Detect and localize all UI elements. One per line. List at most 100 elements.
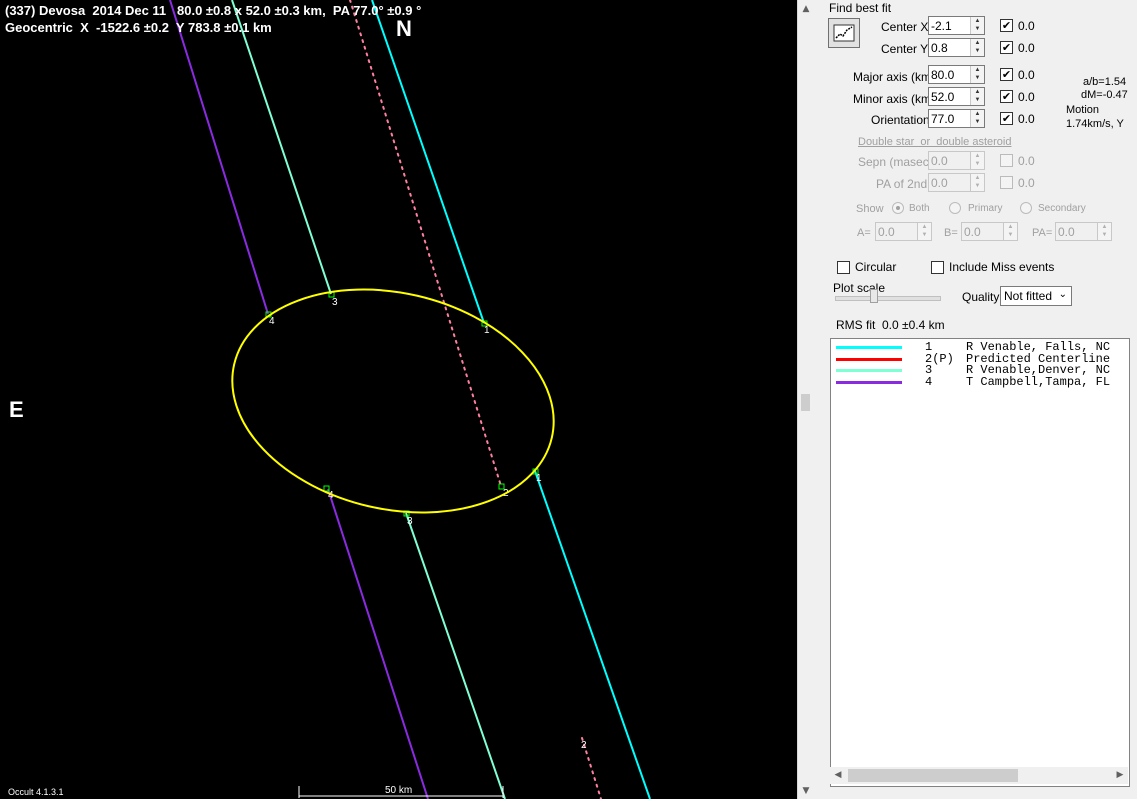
scale-label: 50 km	[385, 785, 413, 796]
center-x-input[interactable]: -2.1 ▲ ▼	[928, 16, 985, 35]
chord-1-label-bottom: 1	[536, 473, 542, 484]
major-axis-input[interactable]: 80.0 ▲ ▼	[928, 65, 985, 84]
show-label: Show	[856, 203, 884, 215]
chord-2-label-lower: 2	[581, 740, 587, 751]
chord-2-predicted-line	[349, 0, 502, 487]
radio-both[interactable]	[892, 202, 904, 214]
center-y-extra: 0.0	[1018, 41, 1035, 55]
pa2nd-extra: 0.0	[1018, 176, 1035, 190]
chord-color-swatch	[836, 369, 902, 372]
radio-both-label: Both	[909, 203, 930, 214]
chord-3-label-top: 3	[332, 297, 338, 308]
double-star-link[interactable]: Double star or double asteroid	[858, 136, 1011, 148]
chord-3-line-top	[231, 0, 332, 295]
spinner-arrows-icon[interactable]: ▲ ▼	[917, 223, 931, 240]
include-miss-checkbox[interactable]	[931, 261, 944, 274]
radio-primary[interactable]	[949, 202, 961, 214]
chord-color-swatch	[836, 346, 902, 349]
spinner-arrows-icon[interactable]: ▲ ▼	[970, 66, 984, 83]
plot-vertical-scrollbar[interactable]: ▲ ▼	[797, 0, 815, 799]
major-axis-extra: 0.0	[1018, 68, 1035, 82]
version-label: Occult 4.1.3.1	[8, 787, 64, 797]
delta-magnitude: dM=-0.47	[1081, 89, 1128, 101]
b-input[interactable]: 0.0 ▲ ▼	[961, 222, 1018, 241]
pa2nd-input[interactable]: 0.0 ▲ ▼	[928, 173, 985, 192]
east-label: E	[9, 397, 24, 422]
scroll-left-icon[interactable]: ◀	[833, 770, 843, 780]
circular-label: Circular	[855, 260, 897, 274]
scroll-thumb[interactable]	[801, 394, 810, 411]
include-miss-label: Include Miss events	[949, 260, 1055, 274]
center-y-checkbox[interactable]: ✔	[1000, 41, 1013, 54]
list-item-num: 4	[925, 375, 933, 389]
center-y-input[interactable]: 0.8 ▲ ▼	[928, 38, 985, 57]
spinner-arrows-icon[interactable]: ▲ ▼	[1097, 223, 1111, 240]
quality-value: Not fitted	[1004, 289, 1053, 303]
radio-secondary[interactable]	[1020, 202, 1032, 214]
list-item-text: T Campbell,Tampa, FL	[966, 375, 1111, 389]
scroll-up-icon[interactable]: ▲	[801, 4, 811, 14]
plot-scale-slider-thumb[interactable]	[870, 289, 878, 303]
sepn-input[interactable]: 0.0 ▲ ▼	[928, 151, 985, 170]
north-label: N	[396, 16, 412, 41]
pa2nd-label: PA of 2nd	[876, 177, 928, 191]
spinner-arrows-icon[interactable]: ▲ ▼	[970, 17, 984, 34]
plot-canvas: 34112432	[169, 0, 651, 799]
chord-4-line-top	[169, 0, 269, 315]
b-label: B=	[944, 227, 958, 239]
center-x-label: Center X	[881, 20, 929, 34]
spinner-arrows-icon[interactable]: ▲ ▼	[970, 152, 984, 169]
a-input[interactable]: 0.0 ▲ ▼	[875, 222, 932, 241]
radio-primary-label: Primary	[968, 203, 1003, 214]
sepn-label: Sepn (masec)	[858, 155, 933, 169]
center-x-checkbox[interactable]: ✔	[1000, 19, 1013, 32]
scroll-right-icon[interactable]: ▶	[1115, 770, 1125, 780]
motion-label: Motion	[1066, 104, 1100, 116]
find-best-fit-button[interactable]	[828, 18, 860, 48]
quality-select[interactable]: Not fitted ⌄	[1000, 286, 1072, 306]
chord-1-line-bottom	[534, 470, 651, 799]
plot-title: (337) Devosa 2014 Dec 11 80.0 ±0.8 x 52.…	[5, 3, 422, 18]
orientation-input[interactable]: 77.0 ▲ ▼	[928, 109, 985, 128]
fit-control-panel: Find best fit Center X -2.1 ▲ ▼ ✔ 0.0 Cent…	[815, 0, 1137, 799]
find-best-fit-label: Find best fit	[829, 1, 892, 15]
sepn-extra: 0.0	[1018, 154, 1035, 168]
scroll-thumb[interactable]	[848, 769, 1018, 782]
sepn-checkbox[interactable]	[1000, 154, 1013, 167]
center-y-label: Center Y	[881, 42, 929, 56]
occultation-plot[interactable]: 34112432 (337) Devosa 2014 Dec 11 80.0 ±…	[0, 0, 797, 799]
circular-checkbox[interactable]	[837, 261, 850, 274]
chevron-down-icon[interactable]: ⌄	[1059, 289, 1067, 300]
pa2nd-checkbox[interactable]	[1000, 176, 1013, 189]
scroll-down-icon[interactable]: ▼	[801, 786, 811, 796]
spinner-arrows-icon[interactable]: ▲ ▼	[1003, 223, 1017, 240]
observer-legend-list[interactable]: 1 R Venable, Falls, NC 2(P) Predicted Ce…	[830, 338, 1130, 787]
motion-value: 1.74km/s, Y	[1066, 118, 1124, 130]
major-axis-checkbox[interactable]: ✔	[1000, 68, 1013, 81]
fit-chart-icon	[833, 24, 855, 42]
pa-input[interactable]: 0.0 ▲ ▼	[1055, 222, 1112, 241]
minor-axis-input[interactable]: 52.0 ▲ ▼	[928, 87, 985, 106]
chord-4-label-top: 4	[269, 316, 275, 327]
minor-axis-label: Minor axis (km)	[853, 92, 936, 106]
ab-ratio: a/b=1.54	[1083, 76, 1127, 88]
list-item[interactable]: 4 T Campbell,Tampa, FL	[831, 375, 1129, 389]
chord-3-label-bottom: 3	[407, 516, 413, 527]
a-label: A=	[857, 227, 871, 239]
spinner-arrows-icon[interactable]: ▲ ▼	[970, 39, 984, 56]
orientation-checkbox[interactable]: ✔	[1000, 112, 1013, 125]
orientation-label: Orientation	[871, 113, 930, 127]
radio-secondary-label: Secondary	[1038, 203, 1086, 214]
spinner-arrows-icon[interactable]: ▲ ▼	[970, 174, 984, 191]
spinner-arrows-icon[interactable]: ▲ ▼	[970, 88, 984, 105]
spinner-arrows-icon[interactable]: ▲ ▼	[970, 110, 984, 127]
minor-axis-extra: 0.0	[1018, 90, 1035, 104]
major-axis-label: Major axis (km)	[853, 70, 936, 84]
quality-label: Quality	[962, 290, 1000, 304]
chord-color-swatch	[836, 358, 902, 361]
legend-horizontal-scrollbar[interactable]: ◀ ▶	[830, 767, 1128, 784]
minor-axis-checkbox[interactable]: ✔	[1000, 90, 1013, 103]
plot-scale-slider[interactable]	[835, 296, 941, 301]
center-x-extra: 0.0	[1018, 19, 1035, 33]
chord-1-line-top	[371, 0, 485, 324]
